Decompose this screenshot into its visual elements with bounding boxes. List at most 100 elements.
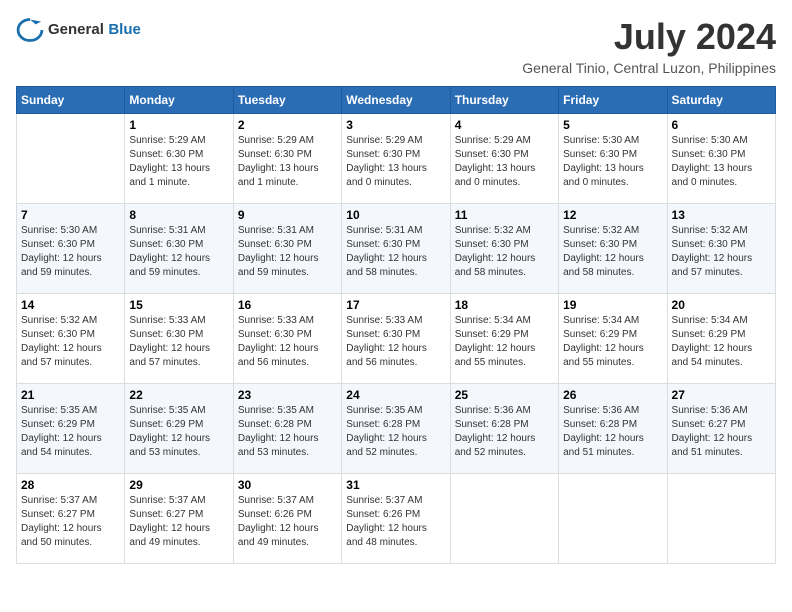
day-number: 14 [21, 298, 120, 312]
week-row-5: 28 Sunrise: 5:37 AMSunset: 6:27 PMDaylig… [17, 474, 776, 564]
day-number: 12 [563, 208, 662, 222]
calendar-cell: 21 Sunrise: 5:35 AMSunset: 6:29 PMDaylig… [17, 384, 125, 474]
day-number: 6 [672, 118, 771, 132]
calendar-cell [559, 474, 667, 564]
calendar-cell: 7 Sunrise: 5:30 AMSunset: 6:30 PMDayligh… [17, 204, 125, 294]
day-number: 26 [563, 388, 662, 402]
cell-info: Sunrise: 5:29 AMSunset: 6:30 PMDaylight:… [129, 134, 228, 190]
day-number: 5 [563, 118, 662, 132]
calendar-cell: 19 Sunrise: 5:34 AMSunset: 6:29 PMDaylig… [559, 294, 667, 384]
day-number: 27 [672, 388, 771, 402]
day-number: 2 [238, 118, 337, 132]
calendar-cell: 14 Sunrise: 5:32 AMSunset: 6:30 PMDaylig… [17, 294, 125, 384]
calendar-cell: 12 Sunrise: 5:32 AMSunset: 6:30 PMDaylig… [559, 204, 667, 294]
cell-info: Sunrise: 5:31 AMSunset: 6:30 PMDaylight:… [129, 224, 228, 280]
calendar-cell: 17 Sunrise: 5:33 AMSunset: 6:30 PMDaylig… [342, 294, 450, 384]
cell-info: Sunrise: 5:35 AMSunset: 6:28 PMDaylight:… [346, 404, 445, 460]
day-number: 3 [346, 118, 445, 132]
day-number: 23 [238, 388, 337, 402]
calendar-table: SundayMondayTuesdayWednesdayThursdayFrid… [16, 86, 776, 564]
calendar-cell: 29 Sunrise: 5:37 AMSunset: 6:27 PMDaylig… [125, 474, 233, 564]
calendar-cell: 30 Sunrise: 5:37 AMSunset: 6:26 PMDaylig… [233, 474, 341, 564]
day-number: 16 [238, 298, 337, 312]
calendar-cell: 27 Sunrise: 5:36 AMSunset: 6:27 PMDaylig… [667, 384, 775, 474]
cell-info: Sunrise: 5:35 AMSunset: 6:29 PMDaylight:… [129, 404, 228, 460]
week-row-4: 21 Sunrise: 5:35 AMSunset: 6:29 PMDaylig… [17, 384, 776, 474]
day-number: 13 [672, 208, 771, 222]
day-number: 4 [455, 118, 554, 132]
cell-info: Sunrise: 5:33 AMSunset: 6:30 PMDaylight:… [346, 314, 445, 370]
day-header-wednesday: Wednesday [342, 87, 450, 114]
day-number: 11 [455, 208, 554, 222]
calendar-cell: 20 Sunrise: 5:34 AMSunset: 6:29 PMDaylig… [667, 294, 775, 384]
day-number: 8 [129, 208, 228, 222]
logo: General Blue [16, 16, 141, 44]
calendar-cell [667, 474, 775, 564]
cell-info: Sunrise: 5:29 AMSunset: 6:30 PMDaylight:… [238, 134, 337, 190]
cell-info: Sunrise: 5:32 AMSunset: 6:30 PMDaylight:… [563, 224, 662, 280]
calendar-cell: 3 Sunrise: 5:29 AMSunset: 6:30 PMDayligh… [342, 114, 450, 204]
day-number: 7 [21, 208, 120, 222]
logo-icon [16, 16, 44, 44]
cell-info: Sunrise: 5:33 AMSunset: 6:30 PMDaylight:… [129, 314, 228, 370]
cell-info: Sunrise: 5:33 AMSunset: 6:30 PMDaylight:… [238, 314, 337, 370]
calendar-cell: 10 Sunrise: 5:31 AMSunset: 6:30 PMDaylig… [342, 204, 450, 294]
cell-info: Sunrise: 5:29 AMSunset: 6:30 PMDaylight:… [346, 134, 445, 190]
day-number: 29 [129, 478, 228, 492]
day-header-row: SundayMondayTuesdayWednesdayThursdayFrid… [17, 87, 776, 114]
day-number: 10 [346, 208, 445, 222]
calendar-cell: 13 Sunrise: 5:32 AMSunset: 6:30 PMDaylig… [667, 204, 775, 294]
cell-info: Sunrise: 5:32 AMSunset: 6:30 PMDaylight:… [455, 224, 554, 280]
day-header-thursday: Thursday [450, 87, 558, 114]
week-row-2: 7 Sunrise: 5:30 AMSunset: 6:30 PMDayligh… [17, 204, 776, 294]
logo-text: General Blue [48, 21, 141, 39]
calendar-cell: 8 Sunrise: 5:31 AMSunset: 6:30 PMDayligh… [125, 204, 233, 294]
calendar-cell: 23 Sunrise: 5:35 AMSunset: 6:28 PMDaylig… [233, 384, 341, 474]
calendar-cell: 26 Sunrise: 5:36 AMSunset: 6:28 PMDaylig… [559, 384, 667, 474]
page-header: General Blue July 2024 General Tinio, Ce… [16, 16, 776, 76]
cell-info: Sunrise: 5:37 AMSunset: 6:27 PMDaylight:… [21, 494, 120, 550]
calendar-cell: 31 Sunrise: 5:37 AMSunset: 6:26 PMDaylig… [342, 474, 450, 564]
day-number: 31 [346, 478, 445, 492]
day-number: 28 [21, 478, 120, 492]
day-number: 20 [672, 298, 771, 312]
calendar-cell: 16 Sunrise: 5:33 AMSunset: 6:30 PMDaylig… [233, 294, 341, 384]
cell-info: Sunrise: 5:31 AMSunset: 6:30 PMDaylight:… [238, 224, 337, 280]
cell-info: Sunrise: 5:34 AMSunset: 6:29 PMDaylight:… [563, 314, 662, 370]
day-header-monday: Monday [125, 87, 233, 114]
day-header-saturday: Saturday [667, 87, 775, 114]
cell-info: Sunrise: 5:32 AMSunset: 6:30 PMDaylight:… [21, 314, 120, 370]
month-year-title: July 2024 [522, 16, 776, 58]
cell-info: Sunrise: 5:36 AMSunset: 6:28 PMDaylight:… [563, 404, 662, 460]
calendar-cell: 28 Sunrise: 5:37 AMSunset: 6:27 PMDaylig… [17, 474, 125, 564]
calendar-cell: 1 Sunrise: 5:29 AMSunset: 6:30 PMDayligh… [125, 114, 233, 204]
cell-info: Sunrise: 5:34 AMSunset: 6:29 PMDaylight:… [455, 314, 554, 370]
day-number: 9 [238, 208, 337, 222]
week-row-1: 1 Sunrise: 5:29 AMSunset: 6:30 PMDayligh… [17, 114, 776, 204]
calendar-cell: 2 Sunrise: 5:29 AMSunset: 6:30 PMDayligh… [233, 114, 341, 204]
week-row-3: 14 Sunrise: 5:32 AMSunset: 6:30 PMDaylig… [17, 294, 776, 384]
day-number: 24 [346, 388, 445, 402]
calendar-cell: 15 Sunrise: 5:33 AMSunset: 6:30 PMDaylig… [125, 294, 233, 384]
cell-info: Sunrise: 5:31 AMSunset: 6:30 PMDaylight:… [346, 224, 445, 280]
calendar-cell: 25 Sunrise: 5:36 AMSunset: 6:28 PMDaylig… [450, 384, 558, 474]
logo-blue: Blue [108, 21, 141, 38]
calendar-cell: 22 Sunrise: 5:35 AMSunset: 6:29 PMDaylig… [125, 384, 233, 474]
cell-info: Sunrise: 5:36 AMSunset: 6:28 PMDaylight:… [455, 404, 554, 460]
day-header-sunday: Sunday [17, 87, 125, 114]
title-block: July 2024 General Tinio, Central Luzon, … [522, 16, 776, 76]
day-number: 17 [346, 298, 445, 312]
calendar-cell: 24 Sunrise: 5:35 AMSunset: 6:28 PMDaylig… [342, 384, 450, 474]
day-header-tuesday: Tuesday [233, 87, 341, 114]
calendar-cell: 18 Sunrise: 5:34 AMSunset: 6:29 PMDaylig… [450, 294, 558, 384]
cell-info: Sunrise: 5:37 AMSunset: 6:27 PMDaylight:… [129, 494, 228, 550]
cell-info: Sunrise: 5:30 AMSunset: 6:30 PMDaylight:… [21, 224, 120, 280]
day-number: 21 [21, 388, 120, 402]
cell-info: Sunrise: 5:29 AMSunset: 6:30 PMDaylight:… [455, 134, 554, 190]
cell-info: Sunrise: 5:30 AMSunset: 6:30 PMDaylight:… [563, 134, 662, 190]
cell-info: Sunrise: 5:37 AMSunset: 6:26 PMDaylight:… [238, 494, 337, 550]
calendar-cell [17, 114, 125, 204]
calendar-cell: 4 Sunrise: 5:29 AMSunset: 6:30 PMDayligh… [450, 114, 558, 204]
calendar-cell: 9 Sunrise: 5:31 AMSunset: 6:30 PMDayligh… [233, 204, 341, 294]
day-number: 15 [129, 298, 228, 312]
